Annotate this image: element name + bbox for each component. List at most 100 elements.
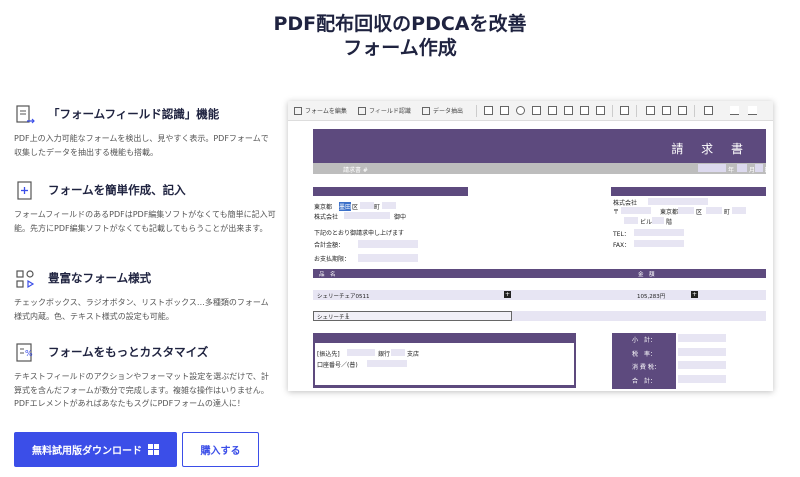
day-field[interactable] [755,164,763,172]
issuer-company-label: 株式会社 [613,200,638,207]
bank-account-field[interactable] [367,360,407,367]
client-ku-label: 区 [352,204,359,211]
issuer-company-field[interactable] [648,198,708,205]
customize-icon: % [16,343,33,362]
client-onchu-label: 御中 [394,214,407,221]
toolbar-divider [476,105,477,117]
bank-name-label: 銀行 [378,351,391,358]
issuer-ku-label: 区 [696,209,703,216]
issuer-cho-field[interactable] [706,207,722,214]
feature-title: フォームを簡単作成、記入 [48,183,186,197]
toolbar-divider [694,105,695,117]
bank-branch-field[interactable] [391,349,405,356]
total-amount-field[interactable] [358,240,418,248]
properties-icon[interactable] [704,106,713,115]
client-company-field[interactable] [344,212,390,219]
issuer-header-bar [611,187,766,196]
buy-button-label: 購入する [200,446,241,457]
bank-info-box: [振込先] 銀行 支店 口座番号／(普) [313,333,576,388]
tax-field[interactable] [678,361,726,369]
invoice-number-row: 請求書 # 年 月 日 [313,163,770,174]
item-amount-field[interactable] [512,311,766,321]
button-field-icon[interactable] [564,106,573,115]
combo-box-icon[interactable] [548,106,557,115]
issuer-postal-field[interactable] [621,207,651,214]
issuer-building-field[interactable] [624,217,638,224]
data-extract-label: データ抽出 [433,108,464,115]
issuer-floor-label: 階 [666,219,673,226]
image-field-icon[interactable] [580,106,589,115]
invoice-title: 請 求 書 [671,142,750,156]
issuer-address-label: 東京都 [660,209,679,216]
subtotal-label: 小 計： [632,337,657,344]
total-label: 合 計： [632,378,657,385]
text-field-icon[interactable] [484,106,493,115]
issuer-extra-field[interactable] [732,207,746,214]
download-button[interactable]: 無料試用版ダウンロード [14,432,177,467]
distribute-icon[interactable] [748,106,757,115]
item-column-header: 品 名 [319,272,336,278]
signature-icon[interactable] [596,106,605,115]
item-name: シェリーチェア0511 [317,294,370,300]
totals-box: 小 計： 税 率： 消 費 税： 合 計： [612,333,676,389]
fax-field[interactable] [634,240,684,247]
issuer-ku-field[interactable] [678,207,694,214]
form-recognition-icon [16,105,35,124]
page-title-line2: フォーム作成 [343,37,457,59]
feature-title: 豊富なフォーム様式 [48,271,152,285]
add-icon[interactable]: + [504,291,511,298]
feature-description: フォームフィールドのあるPDFはPDF編集ソフトがなくても簡単に記入可能。先方に… [14,210,276,233]
edit-form-label: フォームを編集 [305,108,347,115]
bank-account-label: 口座番号／(普) [317,362,358,369]
page-title-line1: PDF配布回収のPDCAを改善 [273,13,527,35]
total-field[interactable] [678,375,726,383]
invoice-header-bar: 請 求 書 [313,129,766,163]
field-recognition-tool[interactable]: フィールド認識 [358,106,411,115]
reset-icon[interactable] [678,106,687,115]
radio-icon[interactable] [516,106,525,115]
issuer-floor-field[interactable] [652,217,664,224]
client-ku-field[interactable] [360,202,374,209]
month-field[interactable] [737,164,747,172]
client-header-bar [313,187,468,196]
data-extract-tool[interactable]: データ抽出 [422,106,463,115]
edit-form-icon [294,106,302,115]
year-field[interactable] [698,164,726,172]
barcode-icon[interactable] [620,106,629,115]
item-row[interactable]: シェリーチェア0511 + 105,283円 + [313,290,766,300]
bank-name-field[interactable] [347,349,375,356]
feature-description: テキストフィールドのアクションやフォーマット設定を選ぶだけで、計算式を含んだフォ… [14,372,269,408]
due-date-label: お支払期限： [314,256,351,263]
tax-label: 消 費 税： [632,364,660,371]
windows-icon [148,444,159,455]
feature-description: チェックボックス、ラジオボタン、リストボックス…多種類のフォーム様式内蔵。色、テ… [14,298,269,321]
import-icon[interactable] [646,106,655,115]
svg-text:%: % [25,349,33,358]
add-icon[interactable]: + [691,291,698,298]
buy-button[interactable]: 購入する [182,432,259,467]
bank-branch-label: 支店 [407,351,420,358]
total-amount-label: 合計金額： [314,242,345,249]
client-cho-field[interactable] [382,202,396,209]
feature-description: PDF上の入力可能なフォームを検出し、見やすく表示。PDFフォームで収集したデー… [14,134,269,157]
checkbox-icon[interactable] [500,106,509,115]
edit-form-tool[interactable]: フォームを編集 [294,106,347,115]
client-address-label: 東京都 [314,204,333,211]
client-company-label: 株式会社 [314,214,339,221]
field-recognition-icon [358,106,366,115]
invoice-number-label: 請求書 # [343,167,368,174]
due-date-field[interactable] [358,254,418,262]
align-icon[interactable] [730,106,739,115]
form-styles-icon [16,270,35,289]
tax-rate-field[interactable] [678,348,726,356]
page-title: PDF配布回収のPDCAを改善 フォーム作成 [0,12,800,60]
subtotal-field[interactable] [678,334,726,342]
year-label: 年 [728,167,735,174]
amount-column-header: 金 額 [638,272,655,278]
tel-field[interactable] [634,229,684,236]
list-box-icon[interactable] [532,106,541,115]
export-icon[interactable] [662,106,671,115]
item-name-input[interactable]: シェリーチェ I [313,311,512,321]
client-address-highlight[interactable]: 墨田 [339,202,352,211]
bank-transfer-label: [振込先] [317,351,340,358]
